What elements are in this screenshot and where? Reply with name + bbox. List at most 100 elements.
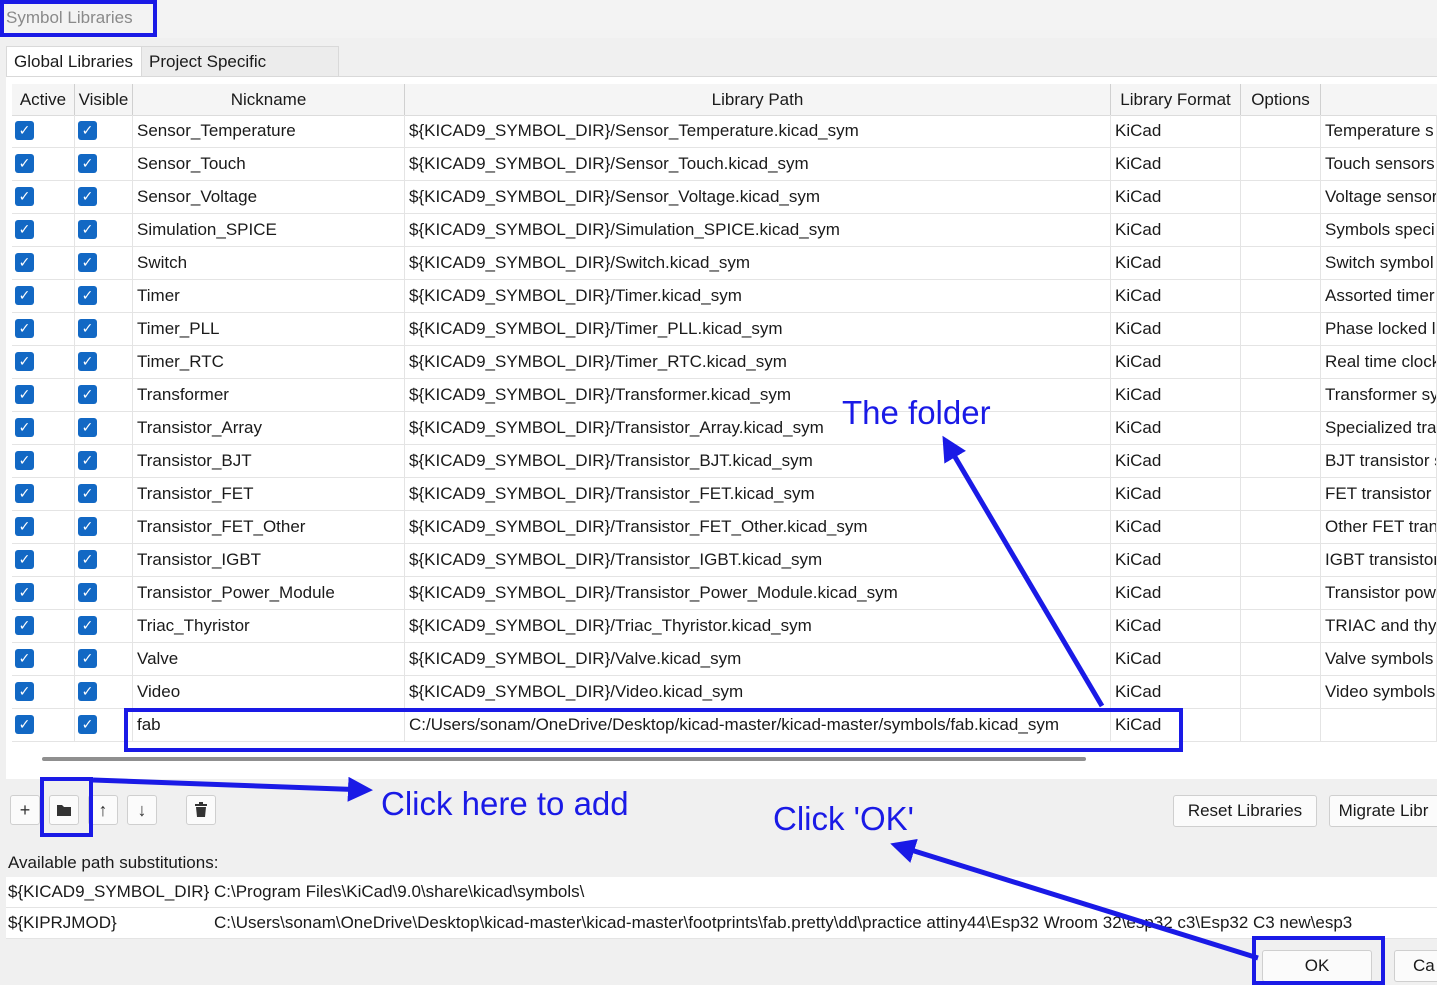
cell-library-path[interactable]: ${KICAD9_SYMBOL_DIR}/Switch.kicad_sym [405, 247, 1111, 280]
cell-library-path[interactable]: ${KICAD9_SYMBOL_DIR}/Transistor_Array.ki… [405, 412, 1111, 445]
cell-description[interactable]: Transformer sy [1321, 379, 1437, 412]
cell-library-format[interactable]: KiCad [1111, 478, 1241, 511]
table-row[interactable]: ✓ ✓ Transistor_FET ${KICAD9_SYMBOL_DIR}/Tra… [12, 478, 1437, 511]
cell-description[interactable]: Voltage sensor [1321, 181, 1437, 214]
cell-nickname[interactable]: Triac_Thyristor [133, 610, 405, 643]
table-row[interactable]: ✓ ✓ Transistor_Power_Module ${KICAD9_SYMBOL… [12, 577, 1437, 610]
cell-nickname[interactable]: Sensor_Voltage [133, 181, 405, 214]
visible-checkbox[interactable]: ✓ [78, 220, 97, 239]
visible-checkbox[interactable]: ✓ [78, 451, 97, 470]
add-library-button[interactable]: + [10, 795, 40, 825]
active-checkbox[interactable]: ✓ [15, 550, 34, 569]
cell-nickname[interactable]: Transistor_IGBT [133, 544, 405, 577]
cell-description[interactable]: Assorted timer [1321, 280, 1437, 313]
column-header-nickname[interactable]: Nickname [133, 84, 405, 115]
cell-library-format[interactable]: KiCad [1111, 346, 1241, 379]
visible-checkbox[interactable]: ✓ [78, 385, 97, 404]
cell-options[interactable] [1241, 676, 1321, 709]
table-row[interactable]: ✓ ✓ Video ${KICAD9_SYMBOL_DIR}/Video.kicad_… [12, 676, 1437, 709]
cell-nickname[interactable]: Timer_PLL [133, 313, 405, 346]
cell-options[interactable] [1241, 247, 1321, 280]
cell-library-format[interactable]: KiCad [1111, 181, 1241, 214]
cell-library-path[interactable]: ${KICAD9_SYMBOL_DIR}/Sensor_Voltage.kica… [405, 181, 1111, 214]
cell-library-path[interactable]: ${KICAD9_SYMBOL_DIR}/Video.kicad_sym [405, 676, 1111, 709]
active-checkbox[interactable]: ✓ [15, 517, 34, 536]
visible-checkbox[interactable]: ✓ [78, 484, 97, 503]
table-row[interactable]: ✓ ✓ Transistor_IGBT ${KICAD9_SYMBOL_DIR}/Tr… [12, 544, 1437, 577]
cell-options[interactable] [1241, 346, 1321, 379]
cell-description[interactable]: TRIAC and thy [1321, 610, 1437, 643]
cell-options[interactable] [1241, 412, 1321, 445]
cell-description[interactable]: IGBT transistor [1321, 544, 1437, 577]
cell-options[interactable] [1241, 709, 1321, 742]
column-header-description[interactable] [1321, 84, 1437, 115]
cell-library-format[interactable]: KiCad [1111, 280, 1241, 313]
active-checkbox[interactable]: ✓ [15, 616, 34, 635]
cell-description[interactable]: Other FET tran [1321, 511, 1437, 544]
cell-options[interactable] [1241, 181, 1321, 214]
cell-nickname[interactable]: Sensor_Temperature [133, 115, 405, 148]
active-checkbox[interactable]: ✓ [15, 418, 34, 437]
table-row[interactable]: ✓ ✓ Transistor_Array ${KICAD9_SYMBOL_DIR}/T… [12, 412, 1437, 445]
cell-library-format[interactable]: KiCad [1111, 379, 1241, 412]
cell-library-format[interactable]: KiCad [1111, 148, 1241, 181]
table-row[interactable]: ✓ ✓ Sensor_Temperature ${KICAD9_SYMBOL_DIR}… [12, 115, 1437, 148]
cell-description[interactable]: BJT transistor s [1321, 445, 1437, 478]
cell-library-path[interactable]: ${KICAD9_SYMBOL_DIR}/Timer_RTC.kicad_sym [405, 346, 1111, 379]
cell-description[interactable]: Specialized tra [1321, 412, 1437, 445]
cell-options[interactable] [1241, 544, 1321, 577]
cell-description[interactable]: Switch symbol [1321, 247, 1437, 280]
table-row[interactable]: ✓ ✓ Timer_RTC ${KICAD9_SYMBOL_DIR}/Timer_RT… [12, 346, 1437, 379]
cell-nickname[interactable]: Timer_RTC [133, 346, 405, 379]
cell-description[interactable]: FET transistor s [1321, 478, 1437, 511]
table-row[interactable]: ✓ ✓ Timer ${KICAD9_SYMBOL_DIR}/Timer.kicad_… [12, 280, 1437, 313]
cell-options[interactable] [1241, 379, 1321, 412]
visible-checkbox[interactable]: ✓ [78, 583, 97, 602]
active-checkbox[interactable]: ✓ [15, 319, 34, 338]
table-row[interactable]: ✓ ✓ Triac_Thyristor ${KICAD9_SYMBOL_DIR}/Tr… [12, 610, 1437, 643]
move-down-button[interactable]: ↓ [127, 795, 157, 825]
visible-checkbox[interactable]: ✓ [78, 286, 97, 305]
cell-library-path[interactable]: ${KICAD9_SYMBOL_DIR}/Sensor_Temperature.… [405, 115, 1111, 148]
table-row[interactable]: ✓ ✓ Sensor_Voltage ${KICAD9_SYMBOL_DIR}/Sen… [12, 181, 1437, 214]
active-checkbox[interactable]: ✓ [15, 121, 34, 140]
cell-library-format[interactable]: KiCad [1111, 313, 1241, 346]
cell-options[interactable] [1241, 610, 1321, 643]
cell-nickname[interactable]: Sensor_Touch [133, 148, 405, 181]
column-header-library-path[interactable]: Library Path [405, 84, 1111, 115]
cell-library-path[interactable]: ${KICAD9_SYMBOL_DIR}/Timer.kicad_sym [405, 280, 1111, 313]
reset-libraries-button[interactable]: Reset Libraries [1173, 795, 1317, 827]
cell-description[interactable]: Real time clock [1321, 346, 1437, 379]
cell-nickname[interactable]: Transistor_Power_Module [133, 577, 405, 610]
cell-options[interactable] [1241, 115, 1321, 148]
cell-library-format[interactable]: KiCad [1111, 610, 1241, 643]
cell-options[interactable] [1241, 280, 1321, 313]
active-checkbox[interactable]: ✓ [15, 682, 34, 701]
cell-nickname[interactable]: Transistor_FET [133, 478, 405, 511]
cell-nickname[interactable]: Transistor_Array [133, 412, 405, 445]
cell-nickname[interactable]: Transistor_FET_Other [133, 511, 405, 544]
cell-description[interactable]: Valve symbols [1321, 643, 1437, 676]
table-row[interactable]: ✓ ✓ Timer_PLL ${KICAD9_SYMBOL_DIR}/Timer_PL… [12, 313, 1437, 346]
visible-checkbox[interactable]: ✓ [78, 682, 97, 701]
active-checkbox[interactable]: ✓ [15, 187, 34, 206]
cell-options[interactable] [1241, 577, 1321, 610]
cell-library-path[interactable]: ${KICAD9_SYMBOL_DIR}/Triac_Thyristor.kic… [405, 610, 1111, 643]
cancel-button[interactable]: Ca [1394, 950, 1437, 982]
active-checkbox[interactable]: ✓ [15, 715, 34, 734]
cell-description[interactable] [1321, 709, 1437, 742]
column-header-library-format[interactable]: Library Format [1111, 84, 1241, 115]
visible-checkbox[interactable]: ✓ [78, 352, 97, 371]
remove-library-button[interactable] [186, 795, 216, 825]
active-checkbox[interactable]: ✓ [15, 583, 34, 602]
cell-library-format[interactable]: KiCad [1111, 577, 1241, 610]
tab-global-libraries[interactable]: Global Libraries [6, 46, 142, 76]
cell-nickname[interactable]: Transformer [133, 379, 405, 412]
active-checkbox[interactable]: ✓ [15, 385, 34, 404]
visible-checkbox[interactable]: ✓ [78, 616, 97, 635]
cell-library-format[interactable]: KiCad [1111, 445, 1241, 478]
visible-checkbox[interactable]: ✓ [78, 418, 97, 437]
cell-library-path[interactable]: ${KICAD9_SYMBOL_DIR}/Transistor_FET.kica… [405, 478, 1111, 511]
visible-checkbox[interactable]: ✓ [78, 154, 97, 173]
cell-library-format[interactable]: KiCad [1111, 544, 1241, 577]
